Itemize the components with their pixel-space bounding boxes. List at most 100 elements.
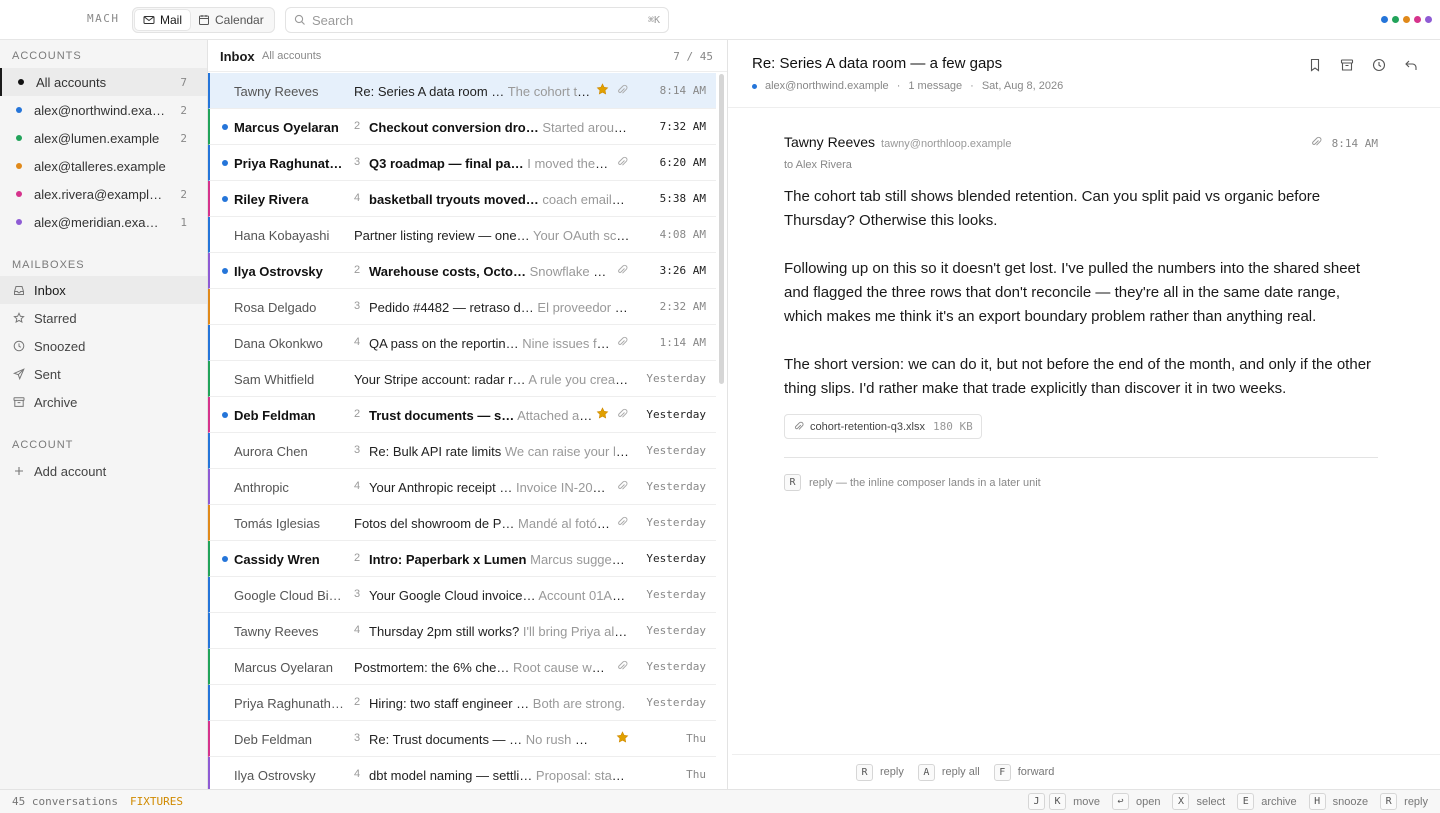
- paperclip-icon: [618, 480, 628, 490]
- conversation-row[interactable]: Sam Whitfield Your Stripe account: radar …: [208, 361, 716, 397]
- star-icon[interactable]: [596, 83, 609, 96]
- conversation-row[interactable]: Riley Rivera 4 basketball tryouts moved… c…: [208, 181, 716, 217]
- tab-calendar-label: Calendar: [215, 13, 264, 27]
- account-label: alex@meridian.example: [34, 214, 168, 230]
- archive-icon[interactable]: [1340, 58, 1354, 72]
- row-sender: Riley Rivera: [234, 192, 309, 207]
- account-label: alex@lumen.example: [34, 130, 160, 146]
- tab-mail[interactable]: Mail: [135, 10, 191, 30]
- conversation-row[interactable]: Ilya Ostrovsky 4 dbt model naming — settli…: [208, 757, 716, 789]
- conversation-row[interactable]: Priya Raghunathan 3 Q3 roadmap — final pa……: [208, 145, 716, 181]
- sidebar-item-account[interactable]: alex@talleres.example: [0, 152, 207, 180]
- clock-icon: [13, 340, 25, 352]
- conversation-row[interactable]: Tomás Iglesias Fotos del showroom de P… M…: [208, 505, 716, 541]
- shortcut-key: K: [1049, 793, 1067, 810]
- row-time: Yesterday: [646, 696, 706, 709]
- conversation-row[interactable]: Tawny Reeves 4 Thursday 2pm still works? I…: [208, 613, 716, 649]
- sidebar-item-account[interactable]: alex@lumen.example 2: [0, 124, 207, 152]
- app-brand: MACH: [87, 12, 120, 25]
- search-input[interactable]: [312, 12, 642, 28]
- footer-action-label: forward: [1017, 766, 1055, 778]
- star-icon[interactable]: [596, 407, 609, 420]
- footer-action-reply[interactable]: Rreply: [856, 763, 904, 781]
- account-dot: [18, 79, 24, 85]
- conversation-row[interactable]: Tawny Reeves Re: Series A data room … The…: [208, 73, 716, 109]
- account-dot: [1425, 16, 1432, 23]
- sidebar-item-archive[interactable]: Archive: [0, 388, 207, 416]
- shortcut-keys: H: [1308, 793, 1326, 810]
- conversation-row[interactable]: Marcus Oyelaran Postmortem: the 6% che… R…: [208, 649, 716, 685]
- row-subject: Trust documents — s…: [369, 408, 515, 423]
- add-account-label: Add account: [34, 463, 107, 479]
- conversation-row[interactable]: Deb Feldman 2 Trust documents — s… Attache…: [208, 397, 716, 433]
- row-subject: Your Stripe account: radar r…: [354, 372, 526, 387]
- row-preview: Nine issues found.: [522, 336, 610, 351]
- conversation-row[interactable]: Anthropic 4 Your Anthropic receipt … Invoi…: [208, 469, 716, 505]
- row-sender: Google Cloud Billing: [234, 588, 344, 603]
- conversation-row[interactable]: Dana Okonkwo 4 QA pass on the reportin… Ni…: [208, 325, 716, 361]
- reply-icon[interactable]: [1404, 58, 1418, 72]
- unread-dot: [222, 412, 228, 418]
- row-subject: basketball tryouts moved…: [369, 192, 539, 207]
- shortcut-key: A: [917, 763, 935, 781]
- shortcut-archive: Earchive: [1237, 793, 1297, 810]
- conversation-row[interactable]: Aurora Chen 3 Re: Bulk API rate limits We …: [208, 433, 716, 469]
- add-account-button[interactable]: Add account: [0, 457, 207, 485]
- search-box[interactable]: ⌘K: [285, 7, 669, 33]
- account-label: alex.rivera@example.com: [34, 186, 168, 202]
- shortcut-label: open: [1135, 795, 1161, 808]
- row-line: Fotos del showroom de P… Mandé al fotógr…: [354, 516, 610, 531]
- sidebar-item-inbox[interactable]: Inbox: [0, 276, 207, 304]
- shortcut-key: F: [993, 763, 1011, 781]
- row-line: Q3 roadmap — final pa… I moved the items…: [369, 156, 610, 171]
- conversation-row[interactable]: Cassidy Wren 2 Intro: Paperbark x Lumen Ma…: [208, 541, 716, 577]
- sidebar-item-snoozed[interactable]: Snoozed: [0, 332, 207, 360]
- snooze-clock-icon[interactable]: [1372, 58, 1386, 72]
- row-subject: Your Google Cloud invoice…: [369, 588, 536, 603]
- footer-action-reply-all[interactable]: Areply all: [917, 763, 980, 781]
- unread-dot: [222, 556, 228, 562]
- row-time: Yesterday: [646, 552, 706, 565]
- reading-pane: Re: Series A data room — a few gaps alex…: [728, 40, 1440, 789]
- sidebar-item-account[interactable]: alex@northwind.example 2: [0, 96, 207, 124]
- star-icon[interactable]: [616, 731, 629, 744]
- footer-action-forward[interactable]: Fforward: [993, 763, 1055, 781]
- conversation-row[interactable]: Priya Raghunathan 2 Hiring: two staff engi…: [208, 685, 716, 721]
- conversation-row[interactable]: Rosa Delgado 3 Pedido #4482 — retraso d… E…: [208, 289, 716, 325]
- row-time: 5:38 AM: [659, 192, 706, 205]
- list-scrollbar[interactable]: [719, 74, 724, 384]
- inbox-icon: [14, 286, 24, 295]
- row-subject: Intro: Paperbark x Lumen: [369, 552, 527, 567]
- row-preview: The cohort tab still shows blended reten…: [507, 84, 594, 99]
- row-line: Hiring: two staff engineer … Both are st…: [369, 696, 630, 711]
- sidebar-item-account[interactable]: alex@meridian.example 1: [0, 208, 207, 236]
- row-sender: Deb Feldman: [234, 408, 316, 423]
- row-time: 6:20 AM: [659, 156, 706, 169]
- conversation-row[interactable]: Marcus Oyelaran 2 Checkout conversion dro……: [208, 109, 716, 145]
- sidebar-item-all-accounts[interactable]: All accounts 7: [0, 68, 207, 96]
- keyboard-shortcuts: J Kmove ↩ open Xselect Earchive Hsnooze Rreply: [1028, 793, 1428, 810]
- unread-dot: [222, 268, 228, 274]
- row-sender: Priya Raghunathan: [234, 156, 344, 171]
- bookmark-icon[interactable]: [1308, 58, 1322, 72]
- conversation-row[interactable]: Hana Kobayashi Partner listing review — o…: [208, 217, 716, 253]
- shortcut-snooze: Hsnooze: [1308, 793, 1368, 810]
- sidebar-item-starred[interactable]: Starred: [0, 304, 207, 332]
- attachment-size: 180 KB: [932, 420, 973, 433]
- conversation-row[interactable]: Ilya Ostrovsky 2 Warehouse costs, Octo… Sn…: [208, 253, 716, 289]
- shortcut-keys: E: [1237, 793, 1255, 810]
- thread-header: Re: Series A data room — a few gaps alex…: [728, 40, 1440, 108]
- conversation-row[interactable]: Deb Feldman 3 Re: Trust documents — … No r…: [208, 721, 716, 757]
- tab-calendar[interactable]: Calendar: [190, 10, 272, 30]
- row-line: Partner listing review — one… Your OAuth…: [354, 228, 630, 243]
- conversation-row[interactable]: Google Cloud Billing 3 Your Google Cloud i…: [208, 577, 716, 613]
- reply-key: R: [784, 474, 801, 491]
- attachment-chip[interactable]: cohort-retention-q3.xlsx 180 KB: [784, 414, 982, 439]
- row-subject: Thursday 2pm still works?: [369, 624, 520, 639]
- tab-mail-label: Mail: [160, 13, 183, 27]
- shortcut-keys: R: [1380, 793, 1398, 810]
- sidebar-item-account[interactable]: alex.rivera@example.com 2: [0, 180, 207, 208]
- row-sender: Cassidy Wren: [234, 552, 320, 567]
- account-count: 2: [180, 131, 187, 145]
- sidebar-item-sent[interactable]: Sent: [0, 360, 207, 388]
